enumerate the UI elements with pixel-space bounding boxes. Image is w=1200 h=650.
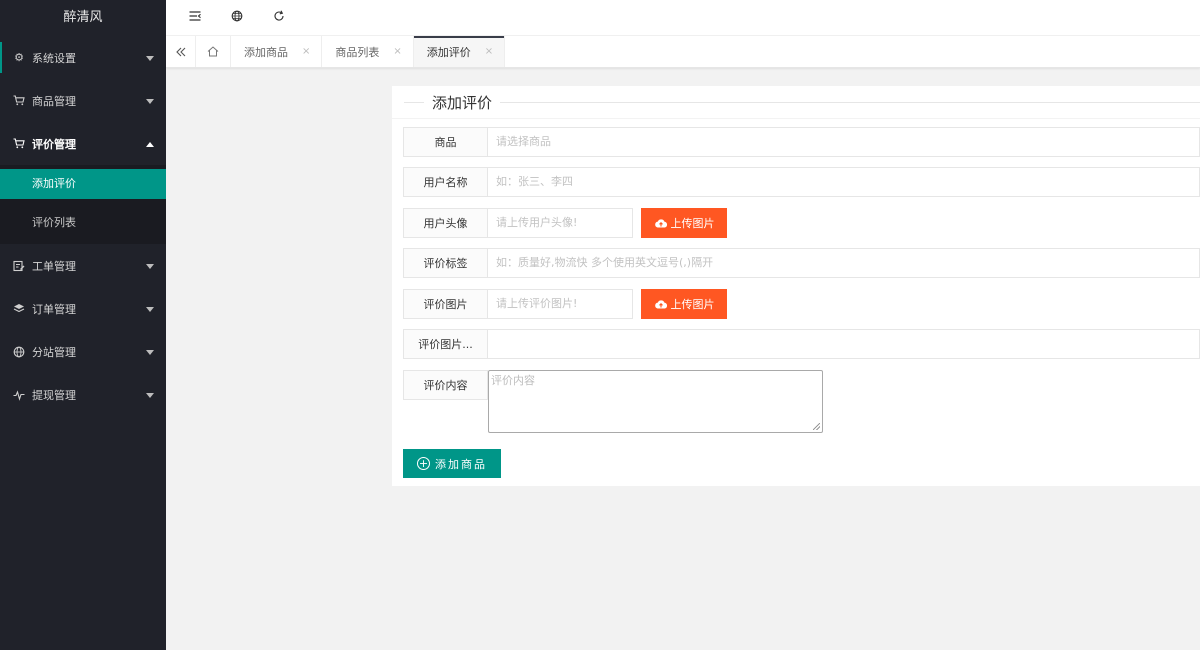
tags-input[interactable]: 如：质量好,物流快 多个使用英文逗号(,)隔开: [488, 248, 1200, 278]
ticket-icon: [13, 260, 25, 272]
field-row-username: 用户名称 如：张三、李四: [403, 167, 1200, 197]
cart-icon: [13, 138, 25, 150]
page-tabs: 添加商品 × 商品列表 × 添加评价 ×: [166, 36, 1200, 68]
nav-item-label: 商品管理: [32, 94, 76, 108]
upload-avatar-button[interactable]: 上传图片: [641, 208, 727, 238]
nav-item-review-management[interactable]: 评价管理: [0, 122, 166, 165]
tab-label: 商品列表: [335, 45, 380, 59]
cloud-upload-icon: [654, 300, 667, 309]
top-header: [166, 0, 1200, 36]
sidebar: 醉清风 ⚙ 系统设置 商品管理 评价管理 添加评价 评价列表 工单管理 订单管理: [0, 0, 166, 650]
tab-add-review[interactable]: 添加评价 ×: [413, 36, 506, 67]
sub-item-review-list[interactable]: 评价列表: [0, 208, 166, 238]
nav-item-order-management[interactable]: 订单管理: [0, 287, 166, 330]
nav-item-ticket-management[interactable]: 工单管理: [0, 244, 166, 287]
tags-label: 评价标签: [403, 248, 488, 278]
menu-shrink-icon[interactable]: [174, 10, 216, 25]
add-review-card: 添加评价 商品 请选择商品 用户名称 如：张三、李四 用户头像 请上传用户头像!…: [392, 86, 1200, 486]
nav-item-label: 提现管理: [32, 388, 76, 402]
field-row-content: 评价内容 评价内容: [403, 370, 823, 433]
field-row-avatar: 用户头像 请上传用户头像! 上传图片: [403, 208, 727, 238]
upload-button-label: 上传图片: [670, 217, 715, 230]
nav-item-label: 工单管理: [32, 259, 76, 273]
caret-up-icon: [146, 141, 154, 147]
home-icon[interactable]: [196, 36, 231, 67]
caret-down-icon: [146, 392, 154, 398]
field-row-product: 商品 请选择商品: [403, 127, 1200, 157]
caret-down-icon: [146, 55, 154, 61]
layers-icon: [13, 303, 25, 315]
field-row-tags: 评价标签 如：质量好,物流快 多个使用英文逗号(,)隔开: [403, 248, 1200, 278]
content-textarea[interactable]: 评价内容: [488, 370, 823, 433]
images-input[interactable]: 请上传评价图片!: [488, 289, 633, 319]
username-label: 用户名称: [403, 167, 488, 197]
images-preview-label: 评价图片...: [403, 329, 488, 359]
upload-button-label: 上传图片: [670, 298, 715, 311]
pulse-icon: [13, 389, 25, 401]
form-title: 添加评价: [404, 92, 1200, 112]
gear-icon: ⚙: [14, 51, 24, 64]
caret-down-icon: [146, 263, 154, 269]
review-submenu: 添加评价 评价列表: [0, 165, 166, 244]
nav-item-label: 评价管理: [32, 137, 76, 151]
tab-label: 添加评价: [426, 45, 471, 59]
nav-item-branch-management[interactable]: 分站管理: [0, 330, 166, 373]
submit-add-button[interactable]: + 添加商品: [403, 449, 501, 478]
avatar-label: 用户头像: [403, 208, 488, 238]
product-label: 商品: [403, 127, 488, 157]
globe-icon: [13, 346, 25, 358]
field-row-images-preview: 评价图片...: [403, 329, 1200, 359]
sub-item-add-review[interactable]: 添加评价: [0, 169, 166, 199]
content-label: 评价内容: [403, 370, 488, 400]
images-preview-area: [488, 329, 1200, 359]
nav-item-label: 订单管理: [32, 302, 76, 316]
caret-down-icon: [146, 98, 154, 104]
nav-item-label: 系统设置: [32, 51, 76, 65]
resize-grip-icon[interactable]: [813, 423, 820, 430]
upload-images-button[interactable]: 上传图片: [641, 289, 727, 319]
field-row-images: 评价图片 请上传评价图片! 上传图片: [403, 289, 727, 319]
close-icon[interactable]: ×: [393, 46, 401, 57]
plus-circle-icon: +: [417, 457, 430, 470]
content-placeholder: 评价内容: [491, 374, 535, 387]
app-logo: 醉清风: [63, 10, 103, 25]
tab-product-list[interactable]: 商品列表 ×: [322, 36, 414, 67]
nav-item-label: 分站管理: [32, 345, 76, 359]
close-icon[interactable]: ×: [485, 46, 493, 57]
caret-down-icon: [146, 306, 154, 312]
close-icon[interactable]: ×: [302, 46, 310, 57]
tab-label: 添加商品: [244, 45, 288, 59]
nav-item-product-management[interactable]: 商品管理: [0, 79, 166, 122]
caret-down-icon: [146, 349, 154, 355]
tab-add-product[interactable]: 添加商品 ×: [231, 36, 323, 67]
globe-icon[interactable]: [216, 10, 258, 26]
nav-item-withdraw-management[interactable]: 提现管理: [0, 373, 166, 416]
page-title: 添加评价: [432, 93, 493, 112]
double-chevron-left-icon[interactable]: [166, 36, 196, 67]
submit-button-label: 添加商品: [435, 457, 487, 471]
cloud-upload-icon: [654, 219, 667, 228]
images-label: 评价图片: [403, 289, 488, 319]
refresh-icon[interactable]: [258, 10, 300, 26]
cart-icon: [13, 95, 25, 107]
nav-item-system-settings[interactable]: ⚙ 系统设置: [0, 36, 166, 79]
username-input[interactable]: 如：张三、李四: [488, 167, 1200, 197]
product-select[interactable]: 请选择商品: [488, 127, 1200, 157]
avatar-input[interactable]: 请上传用户头像!: [488, 208, 633, 238]
